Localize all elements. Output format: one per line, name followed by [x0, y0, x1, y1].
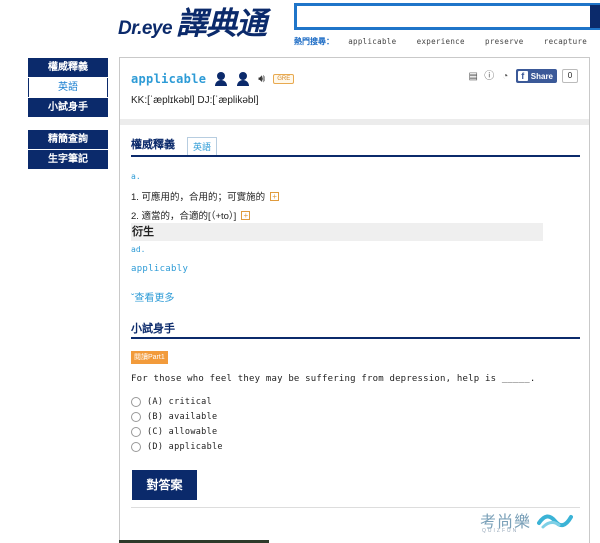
facebook-icon: f	[517, 71, 528, 81]
sidebar-item-authoritative[interactable]: 權威釋義	[28, 58, 108, 77]
speaker-icon[interactable]: 🔊︎	[258, 73, 265, 86]
hot-term-link[interactable]: applicable	[348, 37, 396, 46]
part-of-speech: a.	[131, 172, 141, 181]
header: Dr.eye 譯典通 熱門搜尋： applicable experience p…	[0, 0, 600, 50]
definitions-header: 權威釋義 英語	[131, 137, 580, 157]
quizfun-watermark: 考尚樂 QUIZFUN	[480, 508, 574, 534]
dreye-logo[interactable]: Dr.eye 譯典通	[118, 0, 267, 42]
headword: applicable	[131, 72, 207, 86]
see-more-link[interactable]: ˇ查看更多	[131, 289, 174, 304]
info-icon[interactable]: ⓘ	[484, 71, 495, 82]
radio-button[interactable]	[131, 412, 141, 422]
hot-searches: 熱門搜尋： applicable experience preserve rec…	[294, 36, 600, 47]
definition-item: 2. 適當的，合適的[（+to）] +	[131, 208, 251, 222]
search-button[interactable]	[590, 5, 600, 28]
toolbar: ▤ ⓘ ◔ f Share 0	[468, 69, 578, 83]
hot-term-link[interactable]: experience	[417, 37, 465, 46]
sidebar-nav: 權威釋義 英語 小試身手 精簡查詢 生字筆記	[28, 58, 108, 170]
logo-name: 譯典通	[176, 6, 267, 42]
derivative-pos: ad.	[131, 245, 146, 254]
option-label: (C) allowable	[147, 427, 218, 437]
hot-searches-label: 熱門搜尋：	[294, 37, 334, 46]
gre-tag: GRE	[273, 74, 295, 84]
option-label: (A) critical	[147, 397, 213, 407]
watermark-subtext: QUIZFUN	[482, 528, 519, 534]
option-label: (D) applicable	[147, 442, 223, 452]
definition-text: 1. 可應用的，合用的；可實施的	[131, 192, 266, 203]
quiz-badge: 閱讀Part1	[131, 351, 168, 364]
radio-button[interactable]	[131, 397, 141, 407]
derivative-word[interactable]: applicably	[131, 264, 188, 274]
check-answer-button[interactable]: 對答案	[132, 470, 197, 500]
word-row: applicable 🔊︎ GRE	[131, 69, 295, 89]
male-voice-icon[interactable]	[214, 72, 228, 86]
share-count: 0	[562, 69, 578, 83]
pronunciation: KK:[ˈæplɪkəbl] DJ:[ˈæplikəbl]	[131, 95, 259, 106]
see-more-label: 查看更多	[134, 293, 175, 304]
rss-icon[interactable]: ◔	[500, 71, 511, 82]
derivatives-heading: 衍生	[131, 223, 543, 241]
entry-panel: applicable 🔊︎ GRE KK:[ˈæplɪkəbl] DJ:[ˈæp…	[119, 57, 590, 543]
sidebar-item-english[interactable]: 英語	[28, 78, 108, 97]
quiz-option-a[interactable]: (A) critical	[131, 397, 212, 407]
share-label: Share	[530, 71, 553, 81]
tab-english[interactable]: 英語	[187, 137, 218, 155]
hot-term-link[interactable]: preserve	[485, 37, 524, 46]
definition-text: 2. 適當的，合適的[（+to）]	[131, 211, 237, 222]
quiz-question: For those who feel they may be suffering…	[131, 374, 536, 384]
expand-plus-icon[interactable]: +	[241, 210, 251, 220]
definition-item: 1. 可應用的，合用的；可實施的 +	[131, 189, 280, 203]
logo-brand: Dr.eye	[118, 18, 173, 39]
sidebar-item-vocab-notes[interactable]: 生字筆記	[28, 150, 108, 169]
quiz-option-c[interactable]: (C) allowable	[131, 427, 217, 437]
quiz-option-d[interactable]: (D) applicable	[131, 442, 223, 452]
definitions-title: 權威釋義	[131, 139, 175, 151]
sidebar-item-quick-lookup[interactable]: 精簡查詢	[28, 130, 108, 149]
option-label: (B) available	[147, 412, 218, 422]
quizfun-logo-icon	[537, 509, 574, 531]
divider-band	[120, 119, 589, 125]
radio-button[interactable]	[131, 427, 141, 437]
hot-term-link[interactable]: recapture	[544, 37, 587, 46]
search-input[interactable]	[297, 6, 600, 27]
female-voice-icon[interactable]	[236, 72, 250, 86]
expand-plus-icon[interactable]: +	[270, 191, 280, 201]
radio-button[interactable]	[131, 442, 141, 452]
save-note-icon[interactable]: ▤	[468, 71, 479, 82]
search-box	[294, 3, 600, 30]
sidebar-item-quiz[interactable]: 小試身手	[28, 98, 108, 117]
facebook-share-button[interactable]: f Share	[515, 69, 557, 83]
quiz-title: 小試身手	[131, 320, 580, 339]
quiz-option-b[interactable]: (B) available	[131, 412, 217, 422]
